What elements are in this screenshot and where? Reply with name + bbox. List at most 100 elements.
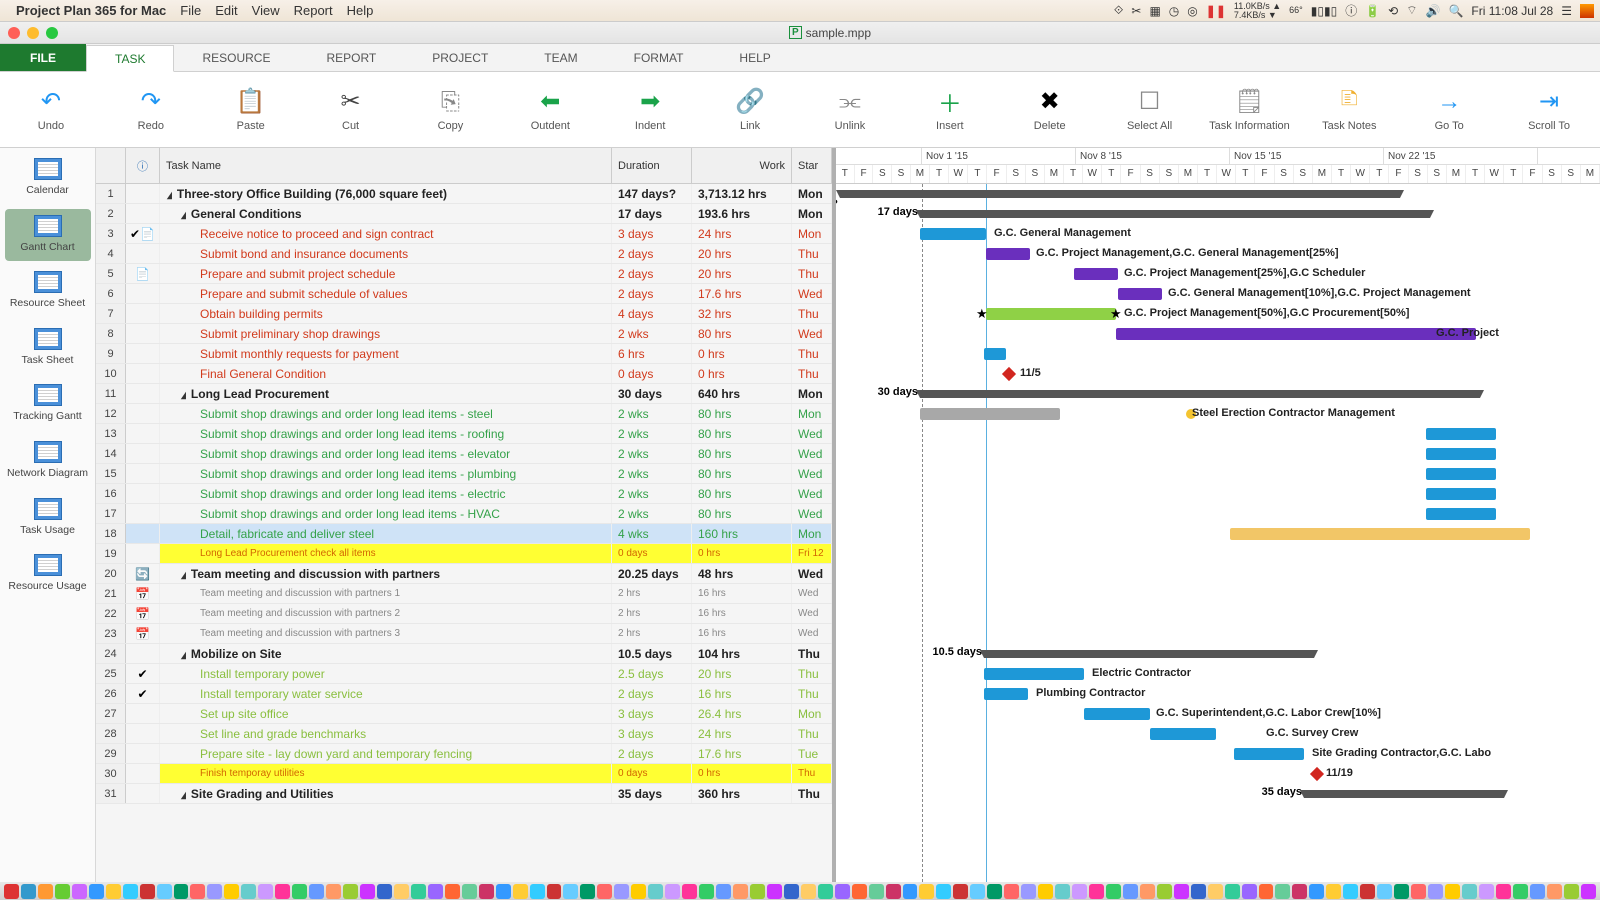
view-resource-usage[interactable]: Resource Usage — [5, 548, 91, 601]
redo-button[interactable]: ↷Redo — [110, 88, 192, 132]
dock-app-icon[interactable] — [55, 884, 70, 899]
dock-app-icon[interactable] — [1530, 884, 1545, 899]
dock-app-icon[interactable] — [1089, 884, 1104, 899]
task-row[interactable]: 13Submit shop drawings and order long le… — [96, 424, 832, 444]
col-rownum[interactable] — [96, 148, 126, 183]
task-row[interactable]: 29Prepare site - lay down yard and tempo… — [96, 744, 832, 764]
dock-app-icon[interactable] — [699, 884, 714, 899]
task-bar[interactable] — [1116, 328, 1476, 340]
dock-app-icon[interactable] — [818, 884, 833, 899]
col-duration[interactable]: Duration — [612, 148, 692, 183]
wifi-icon[interactable]: ⌔ — [1406, 3, 1417, 18]
dropbox-icon[interactable]: ⟐ — [1114, 3, 1123, 18]
task-row[interactable]: 30Finish temporay utilities0 days0 hrsTh… — [96, 764, 832, 784]
dock-app-icon[interactable] — [682, 884, 697, 899]
dock-app-icon[interactable] — [1462, 884, 1477, 899]
task-bar[interactable] — [920, 408, 1060, 420]
undo-button[interactable]: ↶Undo — [10, 88, 92, 132]
task-bar[interactable] — [984, 668, 1084, 680]
dock-app-icon[interactable] — [665, 884, 680, 899]
dock-app-icon[interactable] — [852, 884, 867, 899]
view-tracking-gantt[interactable]: Tracking Gantt — [5, 378, 91, 431]
dock-app-icon[interactable] — [733, 884, 748, 899]
task-row[interactable]: 8Submit preliminary shop drawings2 wks80… — [96, 324, 832, 344]
dock-app-icon[interactable] — [343, 884, 358, 899]
dock-app-icon[interactable] — [140, 884, 155, 899]
gantt-chart[interactable]: Nov 1 '15Nov 8 '15Nov 15 '15Nov 22 '15 T… — [836, 148, 1600, 882]
task-row[interactable]: 21📅Team meeting and discussion with part… — [96, 584, 832, 604]
task-bar[interactable] — [1074, 268, 1118, 280]
dock-app-icon[interactable] — [21, 884, 36, 899]
minimize-window-button[interactable] — [27, 27, 39, 39]
dock-app-icon[interactable] — [190, 884, 205, 899]
dock-app-icon[interactable] — [106, 884, 121, 899]
task-row[interactable]: 14Submit shop drawings and order long le… — [96, 444, 832, 464]
dock-app-icon[interactable] — [1445, 884, 1460, 899]
outdent-button[interactable]: ⬅Outdent — [509, 88, 591, 132]
spotlight-icon[interactable]: 🔍 — [1448, 4, 1463, 18]
task-row[interactable]: 6Prepare and submit schedule of values2 … — [96, 284, 832, 304]
dock-app-icon[interactable] — [326, 884, 341, 899]
dock-app-icon[interactable] — [1157, 884, 1172, 899]
dock-app-icon[interactable] — [580, 884, 595, 899]
task-row[interactable]: 18Detail, fabricate and deliver steel4 w… — [96, 524, 832, 544]
task-row[interactable]: 11Long Lead Procurement30 days640 hrsMon — [96, 384, 832, 404]
menubar-clock[interactable]: Fri 11:08 Jul 28 — [1471, 4, 1553, 18]
menu-help[interactable]: Help — [347, 3, 374, 18]
paste-button[interactable]: 📋Paste — [210, 88, 292, 132]
dock-app-icon[interactable] — [1326, 884, 1341, 899]
task-row[interactable]: 17Submit shop drawings and order long le… — [96, 504, 832, 524]
info-icon[interactable]: ⓘ — [1345, 2, 1357, 19]
indent-button[interactable]: ➡Indent — [609, 88, 691, 132]
dock-app-icon[interactable] — [496, 884, 511, 899]
task-row[interactable]: 19Long Lead Procurement check all items0… — [96, 544, 832, 564]
view-task-sheet[interactable]: Task Sheet — [5, 322, 91, 375]
dock-app-icon[interactable] — [174, 884, 189, 899]
dock-app-icon[interactable] — [953, 884, 968, 899]
dock-app-icon[interactable] — [1191, 884, 1206, 899]
dock-app-icon[interactable] — [1479, 884, 1494, 899]
task-row[interactable]: 16Submit shop drawings and order long le… — [96, 484, 832, 504]
task-row[interactable]: 24Mobilize on Site10.5 days104 hrsThu — [96, 644, 832, 664]
dock-app-icon[interactable] — [1292, 884, 1307, 899]
dock-app-icon[interactable] — [89, 884, 104, 899]
task-row[interactable]: 22📅Team meeting and discussion with part… — [96, 604, 832, 624]
task-row[interactable]: 3✔📄Receive notice to proceed and sign co… — [96, 224, 832, 244]
dock-app-icon[interactable] — [207, 884, 222, 899]
dock-app-icon[interactable] — [360, 884, 375, 899]
task-bar[interactable] — [1426, 508, 1496, 520]
dock-app-icon[interactable] — [292, 884, 307, 899]
summary-bar[interactable] — [1304, 790, 1504, 798]
task-bar[interactable] — [1118, 288, 1162, 300]
dock-app-icon[interactable] — [4, 884, 19, 899]
dock-app-icon[interactable] — [767, 884, 782, 899]
dock-app-icon[interactable] — [648, 884, 663, 899]
macos-dock[interactable] — [0, 882, 1600, 900]
dock-app-icon[interactable] — [987, 884, 1002, 899]
task-bar[interactable] — [986, 308, 1116, 320]
col-start[interactable]: Star — [792, 148, 832, 183]
ribbon-tab-resource[interactable]: RESOURCE — [174, 44, 298, 71]
dock-app-icon[interactable] — [479, 884, 494, 899]
task-bar[interactable] — [1230, 528, 1530, 540]
task-bar[interactable] — [1234, 748, 1304, 760]
view-network-diagram[interactable]: Network Diagram — [5, 435, 91, 488]
task-bar[interactable] — [1426, 448, 1496, 460]
volume-icon[interactable]: 🔊 — [1426, 4, 1441, 18]
dock-app-icon[interactable] — [377, 884, 392, 899]
task-row[interactable]: 9Submit monthly requests for payment6 hr… — [96, 344, 832, 364]
dock-app-icon[interactable] — [1055, 884, 1070, 899]
dock-app-icon[interactable] — [1004, 884, 1019, 899]
view-gantt-chart[interactable]: Gantt Chart — [5, 209, 91, 262]
task-row[interactable]: 7Obtain building permits4 days32 hrsThu — [96, 304, 832, 324]
col-work[interactable]: Work — [692, 148, 792, 183]
dock-app-icon[interactable] — [1038, 884, 1053, 899]
menu-file[interactable]: File — [180, 3, 201, 18]
task-row[interactable]: 25✔Install temporary power2.5 days20 hrs… — [96, 664, 832, 684]
task-row[interactable]: 4Submit bond and insurance documents2 da… — [96, 244, 832, 264]
dock-app-icon[interactable] — [462, 884, 477, 899]
summary-bar[interactable] — [920, 390, 1480, 398]
dock-app-icon[interactable] — [597, 884, 612, 899]
ribbon-tab-project[interactable]: PROJECT — [404, 44, 516, 71]
close-window-button[interactable] — [8, 27, 20, 39]
